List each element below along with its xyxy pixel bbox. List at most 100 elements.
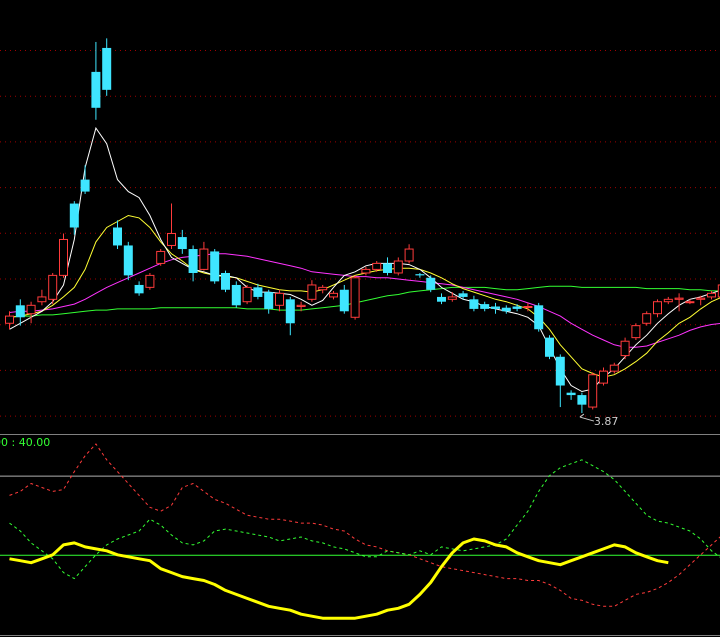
candle-body	[339, 289, 349, 312]
candle-body	[264, 292, 274, 309]
candle-body	[426, 277, 436, 290]
candle-body	[221, 272, 230, 290]
candle-body	[685, 301, 695, 304]
candle	[285, 296, 295, 336]
candle	[555, 354, 565, 408]
candle	[221, 270, 230, 293]
price-grid	[0, 50, 720, 417]
candle-body	[231, 284, 241, 306]
candle-body	[372, 262, 382, 270]
candle-body	[199, 248, 209, 270]
candle-body	[447, 296, 457, 300]
candle	[447, 292, 457, 302]
candlesticks	[5, 38, 720, 414]
candle	[393, 257, 403, 276]
candle	[469, 295, 479, 312]
candle-body	[480, 304, 490, 309]
candle	[350, 275, 360, 320]
ma60-line	[9, 285, 720, 318]
moving-average-lines	[9, 126, 720, 393]
candle-body	[469, 299, 479, 309]
candle-body	[37, 296, 47, 303]
candle-body	[458, 293, 468, 297]
candle	[167, 203, 176, 250]
candle	[134, 281, 144, 296]
candle	[231, 281, 241, 308]
candle-body	[620, 340, 630, 357]
candle-body	[534, 305, 544, 330]
candle	[491, 302, 500, 314]
candle	[534, 302, 544, 332]
candle-body	[145, 274, 155, 288]
candle	[26, 301, 36, 324]
candle	[404, 244, 414, 264]
indicator-legend: 00 : 40.00	[0, 436, 50, 449]
candle	[318, 284, 328, 294]
candle	[123, 241, 133, 281]
candle	[5, 311, 14, 330]
candle-body	[545, 337, 554, 357]
candle	[113, 220, 122, 250]
candle-body	[415, 274, 425, 276]
candle	[210, 249, 220, 284]
candle-body	[48, 274, 58, 300]
candle-body	[437, 296, 446, 302]
candle	[264, 289, 274, 314]
candle	[80, 165, 90, 194]
indicator-level-lines	[0, 475, 720, 556]
candle	[512, 304, 522, 312]
candle	[631, 323, 641, 341]
candle-body	[501, 307, 511, 312]
candle-body	[329, 292, 338, 298]
candle	[415, 272, 425, 278]
candle	[59, 233, 68, 278]
candle-body	[113, 227, 122, 246]
candle	[102, 38, 112, 96]
candle-body	[707, 292, 716, 298]
candle	[199, 241, 209, 271]
candle-body	[599, 370, 608, 384]
candle-body	[188, 249, 198, 273]
indicator-line-3	[9, 537, 669, 620]
candle-body	[5, 315, 14, 324]
candle-body	[361, 268, 371, 274]
candle-body	[577, 395, 587, 405]
low-price-label: 3.87	[594, 415, 619, 428]
candle-body	[383, 263, 392, 273]
candle-body	[167, 232, 176, 246]
candle	[48, 272, 58, 305]
candle-body	[69, 203, 79, 228]
low-arrow-icon	[579, 413, 595, 422]
candle-body	[242, 286, 252, 303]
candle-body	[523, 306, 533, 309]
candle-body	[123, 245, 133, 276]
indicator-line-1	[9, 443, 720, 607]
candle-body	[642, 313, 652, 324]
candle-body	[350, 277, 360, 318]
candle	[545, 335, 554, 360]
candle-body	[696, 297, 706, 300]
candle-body	[631, 325, 641, 339]
candle	[339, 284, 349, 314]
candle	[69, 201, 79, 235]
candle-body	[275, 292, 284, 306]
candle-body	[15, 305, 25, 318]
candle	[307, 280, 317, 302]
candle-body	[588, 374, 598, 408]
candle-body	[26, 304, 36, 315]
candle	[145, 272, 155, 290]
candle-body	[296, 304, 306, 308]
candle-body	[177, 237, 187, 250]
candle	[685, 299, 695, 305]
candle-body	[307, 284, 317, 300]
candle	[588, 372, 598, 410]
candle-body	[285, 299, 295, 324]
candle	[275, 289, 284, 312]
candle-body	[609, 364, 619, 372]
candle	[426, 275, 436, 293]
candle	[242, 284, 252, 305]
candle	[91, 41, 101, 120]
ma5-line	[9, 126, 720, 393]
candle-body	[80, 179, 90, 192]
candle	[329, 290, 338, 300]
